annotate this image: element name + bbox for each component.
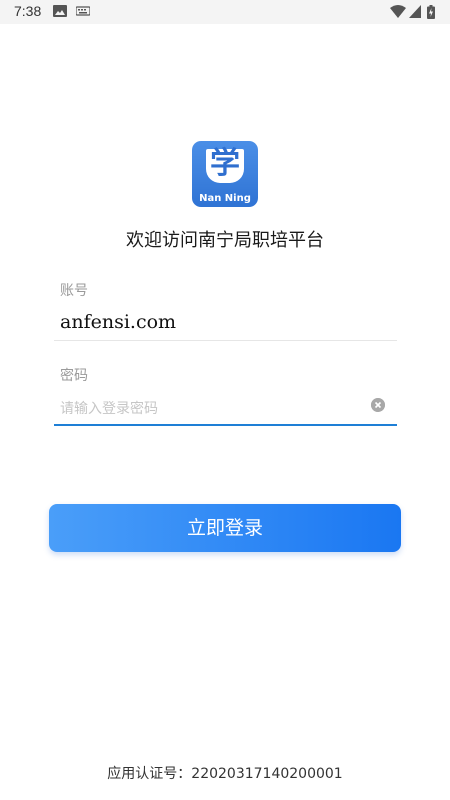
logo-text: Nan Ning	[199, 193, 251, 204]
login-screen: 7:38 学 Nan Ning 欢迎访问南宁局职培平台 账号 anfensi.c…	[0, 0, 450, 800]
logo-character: 学	[210, 146, 240, 181]
app-logo: 学 Nan Ning	[192, 141, 258, 207]
account-underline	[54, 340, 397, 341]
wifi-icon	[390, 5, 406, 18]
status-time: 7:38	[14, 3, 42, 19]
status-bar: 7:38	[0, 0, 450, 24]
password-label: 密码	[60, 368, 88, 384]
app-certification-number: 应用认证号：22020317140200001	[107, 766, 343, 782]
password-underline	[54, 424, 397, 426]
account-label: 账号	[60, 283, 88, 299]
keyboard-icon	[76, 6, 90, 16]
clear-icon[interactable]	[371, 398, 385, 412]
login-button[interactable]: 立即登录	[49, 504, 401, 552]
password-field[interactable]	[54, 396, 370, 422]
image-icon	[53, 5, 67, 17]
battery-icon	[427, 5, 435, 19]
signal-icon	[409, 5, 421, 18]
welcome-title: 欢迎访问南宁局职培平台	[126, 230, 324, 251]
account-field[interactable]: anfensi.com	[60, 311, 176, 333]
